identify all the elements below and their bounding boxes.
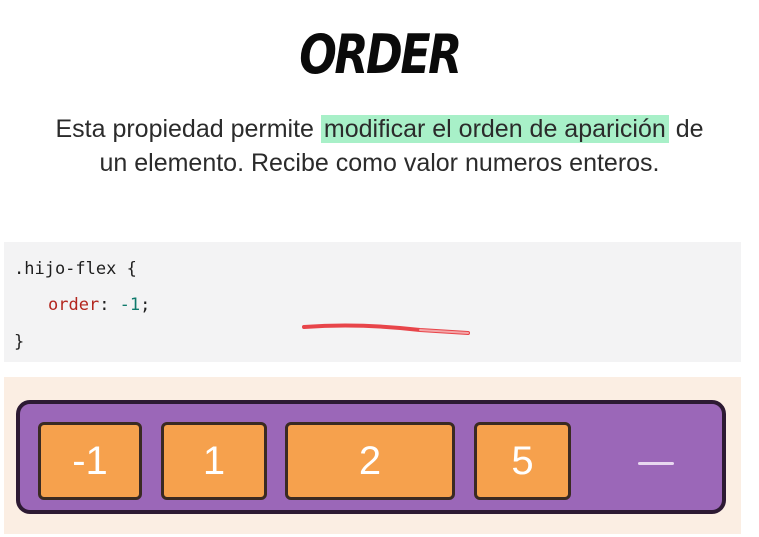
code-line-selector: .hijo-flex { xyxy=(14,259,137,279)
flex-container: -1 1 2 5 xyxy=(16,400,726,514)
description-text-after: de xyxy=(668,115,704,143)
code-colon: : xyxy=(99,295,120,315)
description-line-2: un elemento. Recibe como valor numeros e… xyxy=(99,149,660,177)
code-property: order xyxy=(48,295,100,315)
code-selector: .hijo-flex xyxy=(14,259,117,279)
flex-item: 2 xyxy=(285,422,455,500)
code-line-declaration: order: -1; xyxy=(48,295,150,315)
description-text-before: Esta propiedad permite xyxy=(55,115,321,143)
code-block: .hijo-flex { order: -1; } xyxy=(4,242,741,362)
flex-demo-panel: -1 1 2 5 xyxy=(4,377,741,534)
flex-item: 5 xyxy=(474,422,571,500)
cursor-dash xyxy=(638,462,674,465)
page-title: ORDER xyxy=(299,23,462,86)
red-marker-stroke xyxy=(302,323,470,335)
description-highlight: modificar el orden de aparición xyxy=(320,115,669,143)
flex-item: 1 xyxy=(161,422,267,500)
code-close-brace: } xyxy=(14,332,25,352)
description: Esta propiedad permite modificar el orde… xyxy=(0,112,759,180)
flex-item: -1 xyxy=(38,422,142,500)
code-open-brace: { xyxy=(116,259,137,279)
code-semicolon: ; xyxy=(140,295,151,315)
code-value: -1 xyxy=(119,295,141,315)
